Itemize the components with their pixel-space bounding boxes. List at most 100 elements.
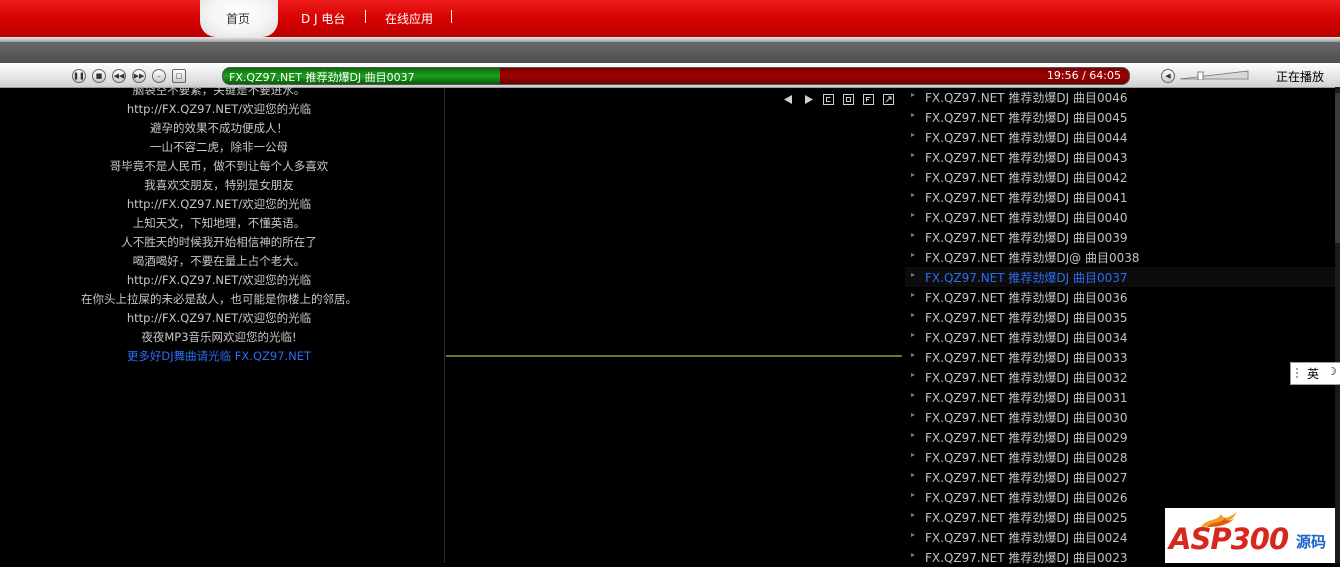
lyric-line: http://FX.QZ97.NET/欢迎您的光临 bbox=[126, 197, 312, 211]
lyric-line: 一山不容二虎，除非一公母 bbox=[150, 140, 288, 154]
drag-handle-icon[interactable] bbox=[1295, 367, 1299, 380]
lyric-line: http://FX.QZ97.NET/欢迎您的光临 bbox=[126, 102, 312, 116]
scrollbar-thumb[interactable] bbox=[1335, 93, 1340, 243]
prev-icon[interactable]: ◀◀ bbox=[112, 69, 126, 83]
playlist-item[interactable]: FX.QZ97.NET 推荐劲爆DJ 曲目0041 bbox=[905, 187, 1335, 207]
bullet-arrow-icon bbox=[911, 493, 915, 497]
bullet-arrow-icon bbox=[911, 373, 915, 377]
next-icon[interactable]: ▶▶ bbox=[132, 69, 146, 83]
bullet-arrow-icon bbox=[911, 393, 915, 397]
ime-indicator[interactable]: 英 ☽ bbox=[1290, 362, 1340, 385]
pause-icon[interactable]: ❚❚ bbox=[72, 69, 86, 83]
panel-divider bbox=[444, 88, 445, 563]
playlist-item[interactable]: FX.QZ97.NET 推荐劲爆DJ@ 曲目0038 bbox=[905, 247, 1335, 267]
bullet-arrow-icon bbox=[911, 513, 915, 517]
playlist-item-label: FX.QZ97.NET 推荐劲爆DJ 曲目0031 bbox=[925, 391, 1128, 405]
lyric-line: 避孕的效果不成功便成人！ bbox=[150, 121, 288, 135]
playlist-item[interactable]: FX.QZ97.NET 推荐劲爆DJ 曲目0031 bbox=[905, 387, 1335, 407]
playlist-item[interactable]: FX.QZ97.NET 推荐劲爆DJ 曲目0037 bbox=[905, 267, 1335, 287]
logo-suffix-text: 源码 bbox=[1296, 533, 1327, 551]
playlist-item[interactable]: FX.QZ97.NET 推荐劲爆DJ 曲目0045 bbox=[905, 107, 1335, 127]
lyric-line: http://FX.QZ97.NET/欢迎您的光临 bbox=[126, 273, 312, 287]
top-nav: 首页 D J 电台 在线应用 bbox=[0, 0, 1340, 37]
bullet-arrow-icon bbox=[911, 153, 915, 157]
playlist-item[interactable]: FX.QZ97.NET 推荐劲爆DJ 曲目0046 bbox=[905, 87, 1335, 107]
playlist-item-label: FX.QZ97.NET 推荐劲爆DJ 曲目0033 bbox=[925, 351, 1128, 365]
playlist-item-label: FX.QZ97.NET 推荐劲爆DJ 曲目0046 bbox=[925, 91, 1128, 105]
playlist-item-label: FX.QZ97.NET 推荐劲爆DJ 曲目0023 bbox=[925, 551, 1128, 565]
playlist-item-label: FX.QZ97.NET 推荐劲爆DJ 曲目0042 bbox=[925, 171, 1128, 185]
bullet-arrow-icon bbox=[911, 353, 915, 357]
bullet-arrow-icon bbox=[911, 533, 915, 537]
f-box-icon[interactable] bbox=[863, 94, 874, 105]
bullet-arrow-icon bbox=[911, 293, 915, 297]
playlist-item[interactable]: FX.QZ97.NET 推荐劲爆DJ 曲目0044 bbox=[905, 127, 1335, 147]
toolbar-band bbox=[0, 42, 1340, 63]
playlist-item-label: FX.QZ97.NET 推荐劲爆DJ 曲目0037 bbox=[925, 271, 1128, 285]
playlist-item[interactable]: FX.QZ97.NET 推荐劲爆DJ 曲目0034 bbox=[905, 327, 1335, 347]
playlist-item[interactable]: FX.QZ97.NET 推荐劲爆DJ 曲目0035 bbox=[905, 307, 1335, 327]
lyric-line: 哥毕竟不是人民币，做不到让每个人多喜欢 bbox=[109, 159, 329, 173]
c-box-icon[interactable] bbox=[823, 94, 834, 105]
playlist-item-label: FX.QZ97.NET 推荐劲爆DJ 曲目0029 bbox=[925, 431, 1128, 445]
nav-dj-radio[interactable]: D J 电台 bbox=[301, 10, 345, 27]
playlist-item[interactable]: FX.QZ97.NET 推荐劲爆DJ 曲目0032 bbox=[905, 367, 1335, 387]
playlist-item-label: FX.QZ97.NET 推荐劲爆DJ 曲目0039 bbox=[925, 231, 1128, 245]
bullet-arrow-icon bbox=[911, 413, 915, 417]
minimize-icon[interactable]: – bbox=[152, 69, 166, 83]
triangle-left-icon[interactable] bbox=[783, 94, 794, 105]
window-icon[interactable]: □ bbox=[172, 69, 186, 83]
bullet-arrow-icon bbox=[911, 193, 915, 197]
playlist-item-label: FX.QZ97.NET 推荐劲爆DJ 曲目0036 bbox=[925, 291, 1128, 305]
playlist-item-label: FX.QZ97.NET 推荐劲爆DJ 曲目0040 bbox=[925, 211, 1128, 225]
playlist-item[interactable]: FX.QZ97.NET 推荐劲爆DJ 曲目0033 bbox=[905, 347, 1335, 367]
playlist-item[interactable]: FX.QZ97.NET 推荐劲爆DJ 曲目0027 bbox=[905, 467, 1335, 487]
lyric-line: http://FX.QZ97.NET/欢迎您的光临 bbox=[126, 311, 312, 325]
playlist-item[interactable]: FX.QZ97.NET 推荐劲爆DJ 曲目0026 bbox=[905, 487, 1335, 507]
nav-online-apps[interactable]: 在线应用 bbox=[385, 10, 433, 27]
nav-home[interactable]: 首页 bbox=[226, 10, 250, 27]
playlist-item-label: FX.QZ97.NET 推荐劲爆DJ 曲目0027 bbox=[925, 471, 1128, 485]
bullet-arrow-icon bbox=[911, 553, 915, 557]
triangle-right-icon[interactable] bbox=[803, 94, 814, 105]
expand-icon[interactable] bbox=[883, 94, 894, 105]
ime-language: 英 bbox=[1307, 367, 1320, 381]
playlist-item-label: FX.QZ97.NET 推荐劲爆DJ 曲目0032 bbox=[925, 371, 1128, 385]
playlist-item-label: FX.QZ97.NET 推荐劲爆DJ 曲目0028 bbox=[925, 451, 1128, 465]
bullet-arrow-icon bbox=[911, 113, 915, 117]
lyric-line: 上知天文，下知地理，不懂英语。 bbox=[132, 216, 306, 230]
playlist-item-label: FX.QZ97.NET 推荐劲爆DJ 曲目0035 bbox=[925, 311, 1128, 325]
nav-separator bbox=[451, 10, 452, 23]
playlist-item[interactable]: FX.QZ97.NET 推荐劲爆DJ 曲目0043 bbox=[905, 147, 1335, 167]
playlist-item[interactable]: FX.QZ97.NET 推荐劲爆DJ 曲目0030 bbox=[905, 407, 1335, 427]
playlist-item-label: FX.QZ97.NET 推荐劲爆DJ 曲目0034 bbox=[925, 331, 1128, 345]
volume-slider[interactable] bbox=[1180, 70, 1250, 80]
playlist-item-label: FX.QZ97.NET 推荐劲爆DJ@ 曲目0038 bbox=[925, 251, 1140, 265]
bullet-arrow-icon bbox=[911, 473, 915, 477]
playlist-item-label: FX.QZ97.NET 推荐劲爆DJ 曲目0045 bbox=[925, 111, 1128, 125]
stop-icon[interactable]: ■ bbox=[92, 69, 106, 83]
bullet-arrow-icon bbox=[911, 133, 915, 137]
playlist-item[interactable]: FX.QZ97.NET 推荐劲爆DJ 曲目0039 bbox=[905, 227, 1335, 247]
playlist-item[interactable]: FX.QZ97.NET 推荐劲爆DJ 曲目0029 bbox=[905, 427, 1335, 447]
bullet-arrow-icon bbox=[911, 313, 915, 317]
playlist-item-label: FX.QZ97.NET 推荐劲爆DJ 曲目0024 bbox=[925, 531, 1128, 545]
bullet-arrow-icon bbox=[911, 333, 915, 337]
playlist-item[interactable]: FX.QZ97.NET 推荐劲爆DJ 曲目0036 bbox=[905, 287, 1335, 307]
lyric-line: 喝酒喝好，不要在量上占个老大。 bbox=[132, 254, 306, 268]
playlist-item-label: FX.QZ97.NET 推荐劲爆DJ 曲目0030 bbox=[925, 411, 1128, 425]
playlist-item[interactable]: FX.QZ97.NET 推荐劲爆DJ 曲目0042 bbox=[905, 167, 1335, 187]
volume-icon[interactable]: ◀ bbox=[1161, 69, 1175, 83]
playlist-item-label: FX.QZ97.NET 推荐劲爆DJ 曲目0026 bbox=[925, 491, 1128, 505]
d-box-icon[interactable] bbox=[843, 94, 854, 105]
playback-status: 正在播放 bbox=[1276, 70, 1325, 84]
lyric-link[interactable]: 更多好DJ舞曲请光临 FX.QZ97.NET bbox=[0, 348, 438, 364]
playlist-item-label: FX.QZ97.NET 推荐劲爆DJ 曲目0025 bbox=[925, 511, 1128, 525]
lyric-line: 夜夜MP3音乐网欢迎您的光临! bbox=[141, 330, 297, 344]
moon-icon: ☽ bbox=[1327, 365, 1337, 378]
playlist-item[interactable]: FX.QZ97.NET 推荐劲爆DJ 曲目0040 bbox=[905, 207, 1335, 227]
playlist-item-label: FX.QZ97.NET 推荐劲爆DJ 曲目0043 bbox=[925, 151, 1128, 165]
playlist-item[interactable]: FX.QZ97.NET 推荐劲爆DJ 曲目0028 bbox=[905, 447, 1335, 467]
nav-separator bbox=[365, 10, 366, 23]
playlist-scrollbar[interactable] bbox=[1335, 87, 1340, 563]
